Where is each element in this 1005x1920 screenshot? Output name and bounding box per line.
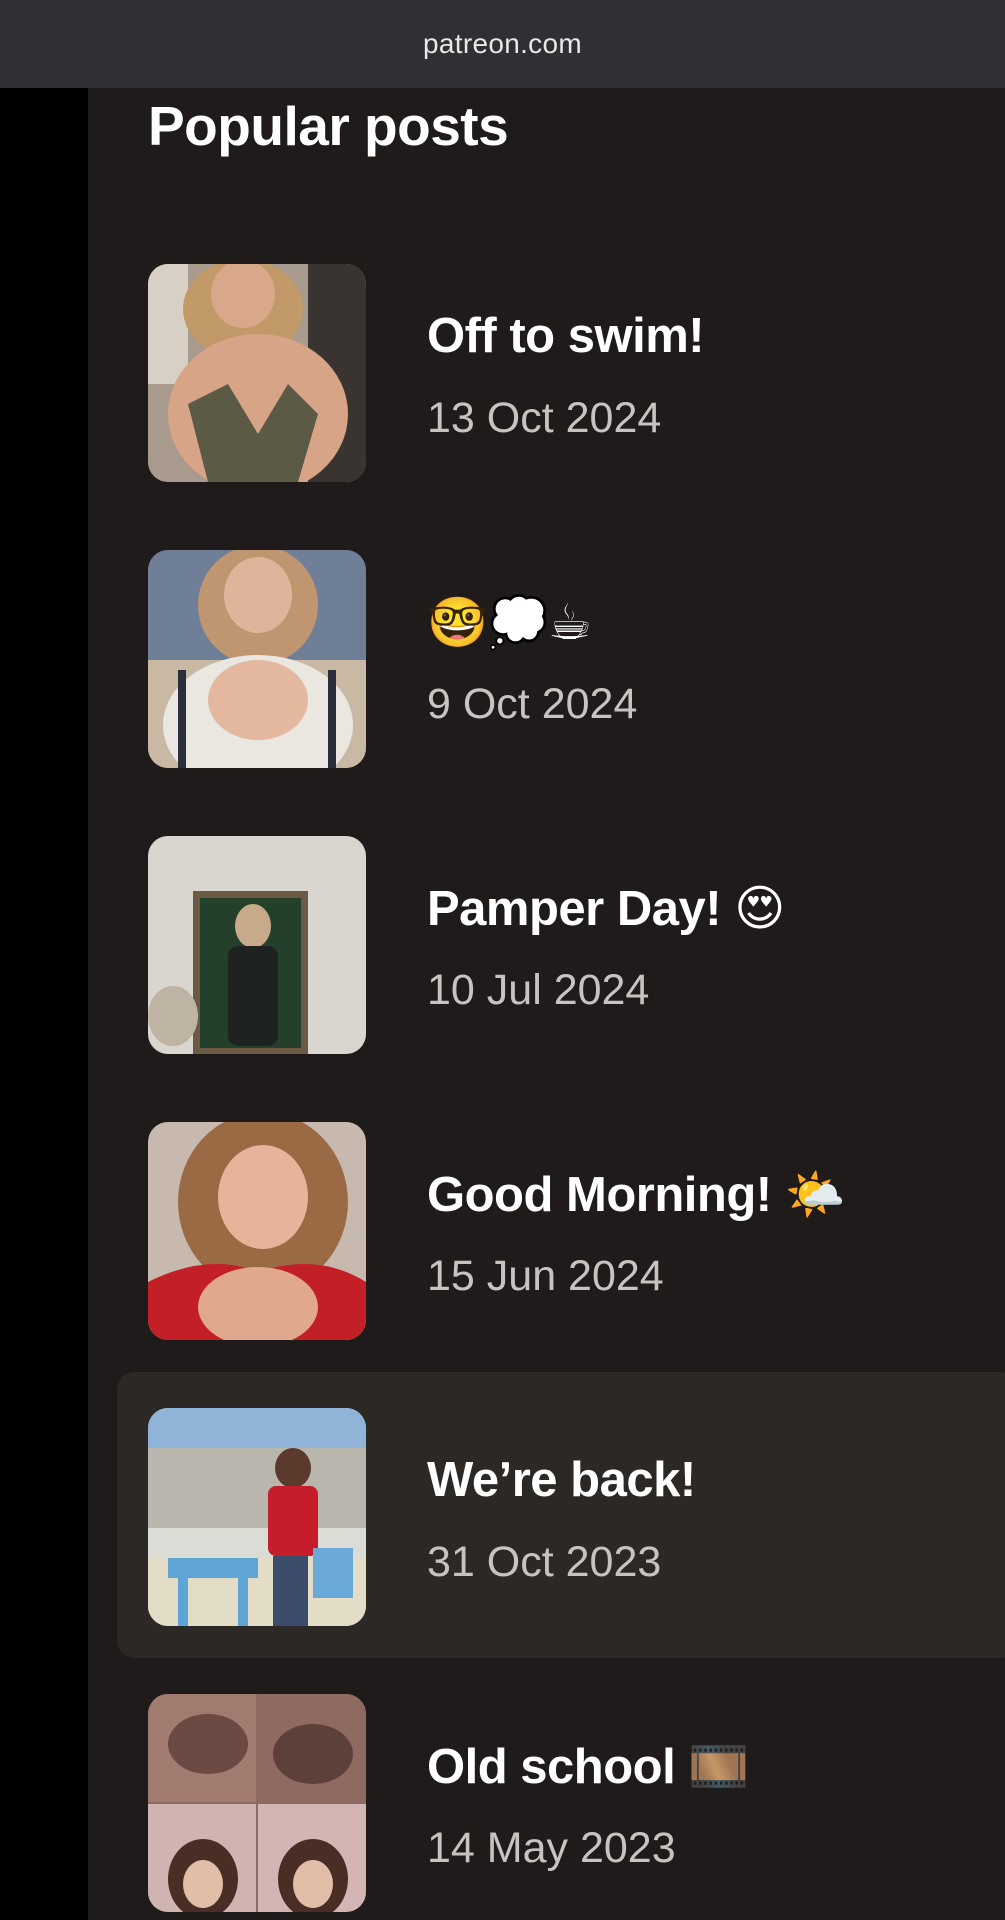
- post-item[interactable]: We’re back! 31 Oct 2023: [88, 1372, 1005, 1658]
- post-item[interactable]: Good Morning! 🌤️ 15 Jun 2024: [88, 1086, 1005, 1372]
- post-title[interactable]: Off to swim!: [427, 308, 705, 364]
- post-thumbnail[interactable]: [148, 836, 366, 1054]
- post-date: 13 Oct 2024: [427, 394, 662, 442]
- post-thumbnail[interactable]: [148, 1122, 366, 1340]
- post-thumbnail-image: [148, 836, 366, 1054]
- post-item[interactable]: 🤓💭☕ 9 Oct 2024: [88, 514, 1005, 800]
- post-thumbnail-image: [148, 1122, 366, 1340]
- popular-posts-panel: Popular posts Off to swim! 13 Oct 2024 🤓…: [88, 88, 1005, 1920]
- post-item[interactable]: Pamper Day! 😍 10 Jul 2024: [88, 800, 1005, 1086]
- post-thumbnail[interactable]: [148, 264, 366, 482]
- post-title[interactable]: We’re back!: [427, 1452, 696, 1508]
- post-title[interactable]: 🤓💭☕: [427, 594, 592, 651]
- post-thumbnail[interactable]: [148, 1694, 366, 1912]
- post-item[interactable]: Off to swim! 13 Oct 2024: [88, 228, 1005, 514]
- post-thumbnail-image: [148, 1694, 366, 1912]
- post-thumbnail-image: [148, 550, 366, 768]
- post-title[interactable]: Good Morning! 🌤️: [427, 1166, 846, 1223]
- post-thumbnail[interactable]: [148, 550, 366, 768]
- post-thumbnail-image: [148, 1408, 366, 1626]
- post-item[interactable]: Old school 🎞️ 14 May 2023: [88, 1658, 1005, 1920]
- post-title[interactable]: Old school 🎞️: [427, 1738, 749, 1795]
- post-date: 9 Oct 2024: [427, 680, 638, 728]
- browser-url-bar[interactable]: patreon.com: [0, 0, 1005, 88]
- post-date: 15 Jun 2024: [427, 1252, 664, 1300]
- post-list: Off to swim! 13 Oct 2024 🤓💭☕ 9 Oct 2024: [88, 228, 1005, 1920]
- post-thumbnail[interactable]: [148, 1408, 366, 1626]
- post-title[interactable]: Pamper Day! 😍: [427, 880, 785, 937]
- post-date: 10 Jul 2024: [427, 966, 650, 1014]
- post-date: 31 Oct 2023: [427, 1538, 662, 1586]
- post-date: 14 May 2023: [427, 1824, 676, 1872]
- post-thumbnail-image: [148, 264, 366, 482]
- left-sidebar-strip: [0, 88, 88, 1920]
- section-title: Popular posts: [148, 95, 509, 157]
- url-text[interactable]: patreon.com: [423, 28, 582, 60]
